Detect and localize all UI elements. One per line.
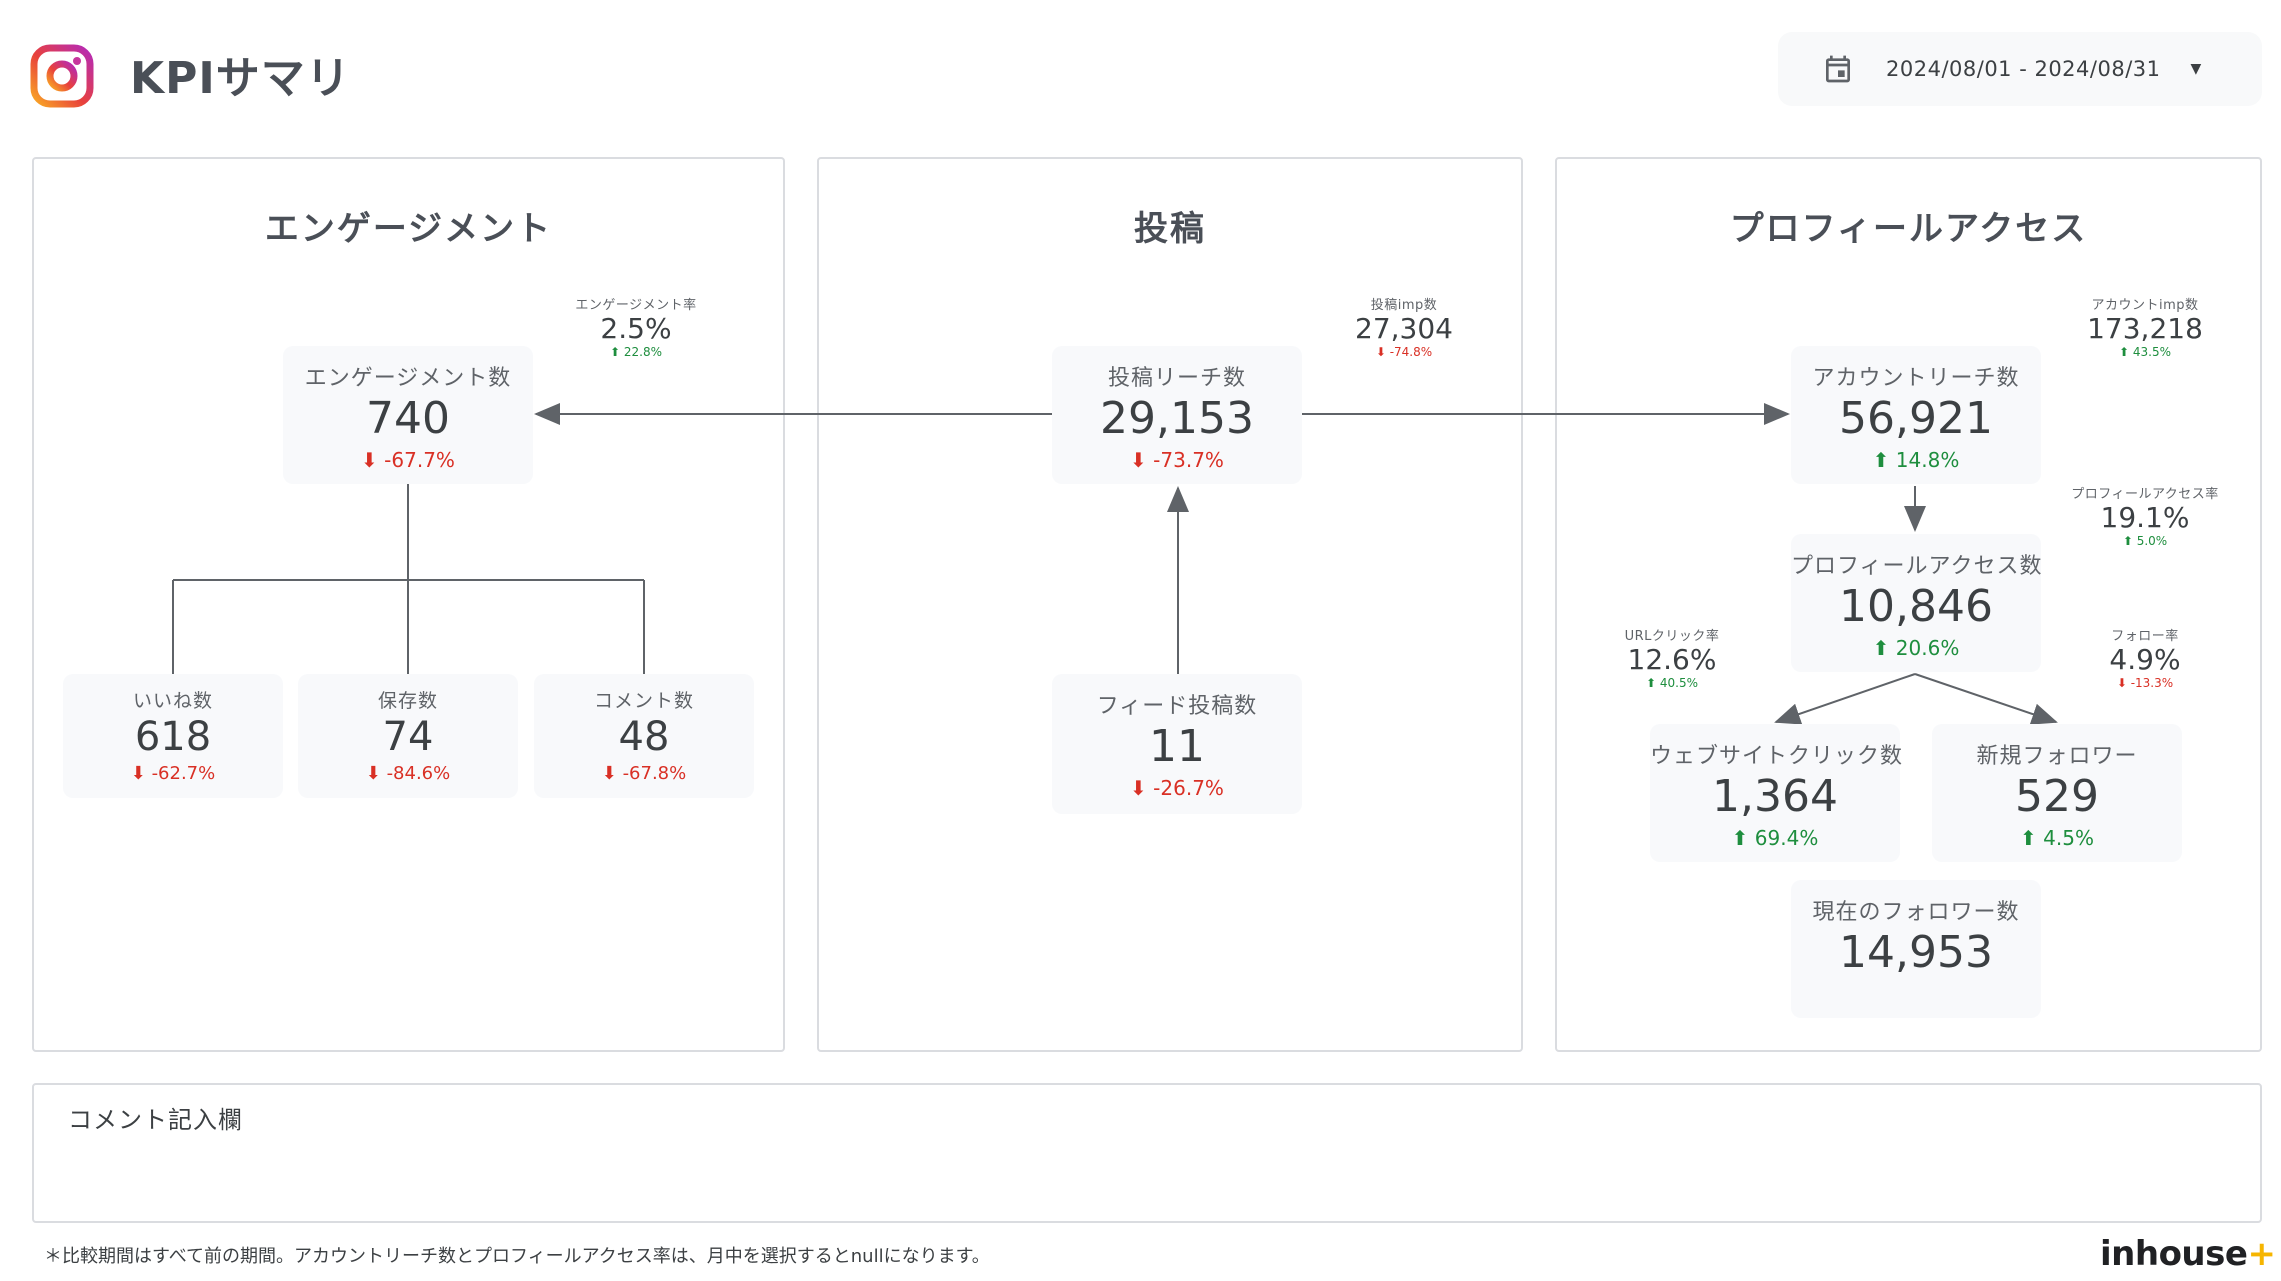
new-followers-value: 529 (2015, 771, 2099, 822)
comment-section-label: コメント記入欄 (68, 1106, 243, 1134)
current-followers-value: 14,953 (1839, 927, 1993, 978)
engagement-rate-change: ⬆ 22.8% (610, 345, 662, 359)
feed-posts-value: 11 (1149, 721, 1205, 772)
engagement-total-change: ⬇ -67.7% (361, 448, 455, 472)
website-clicks-label: ウェブサイトクリック数 (1650, 744, 1904, 769)
url-click-rate-value: 12.6% (1627, 643, 1717, 676)
post-reach-change: ⬇ -73.7% (1130, 448, 1224, 472)
saves-change: ⬇ -84.6% (365, 763, 451, 784)
profile-access-rate-label: プロフィールアクセス率 (2071, 487, 2219, 502)
engagement-rate-value: 2.5% (600, 312, 672, 345)
follow-rate-label: フォロー率 (2111, 629, 2179, 644)
new-followers-change: ⬆ 4.5% (2020, 826, 2094, 850)
new-followers-card: 新規フォロワー 529 ⬆ 4.5% (1932, 724, 2182, 862)
saves-value: 74 (382, 714, 434, 760)
account-imp-metric: アカウントimp数 173,218 ⬆ 43.5% (2055, 294, 2235, 359)
brand-name: inhouse (2100, 1234, 2248, 1274)
comments-card: コメント数 48 ⬇ -67.8% (534, 674, 754, 798)
likes-value: 618 (134, 714, 212, 760)
comments-value: 48 (618, 714, 670, 760)
profile-access-rate-change: ⬆ 5.0% (2122, 534, 2168, 548)
engagement-rate-label: エンゲージメント率 (575, 298, 697, 313)
engagement-rate-metric: エンゲージメント率 2.5% ⬆ 22.8% (546, 294, 726, 359)
current-followers-card: 現在のフォロワー数 14,953 (1791, 880, 2041, 1018)
profile-access-card: プロフィールアクセス数 10,846 ⬆ 20.6% (1791, 534, 2041, 672)
follow-rate-metric: フォロー率 4.9% ⬇ -13.3% (2055, 625, 2235, 690)
likes-card: いいね数 618 ⬇ -62.7% (63, 674, 283, 798)
comments-change: ⬇ -67.8% (601, 763, 687, 784)
url-click-rate-metric: URLクリック率 12.6% ⬆ 40.5% (1582, 625, 1762, 690)
account-reach-value: 56,921 (1839, 393, 1993, 444)
account-imp-label: アカウントimp数 (2091, 298, 2199, 313)
current-followers-label: 現在のフォロワー数 (1812, 900, 2020, 925)
profile-access-rate-value: 19.1% (2100, 501, 2190, 534)
engagement-total-label: エンゲージメント数 (304, 366, 512, 391)
account-reach-change: ⬆ 14.8% (1872, 448, 1960, 472)
follow-rate-change: ⬇ -13.3% (2116, 676, 2174, 690)
account-reach-card: アカウントリーチ数 56,921 ⬆ 14.8% (1791, 346, 2041, 484)
post-imp-label: 投稿imp数 (1370, 298, 1438, 313)
account-imp-change: ⬆ 43.5% (2119, 345, 2171, 359)
profile-access-label: プロフィールアクセス数 (1791, 554, 2043, 579)
feed-posts-change: ⬇ -26.7% (1130, 776, 1224, 800)
post-reach-value: 29,153 (1100, 393, 1254, 444)
saves-label: 保存数 (377, 690, 438, 712)
saves-card: 保存数 74 ⬇ -84.6% (298, 674, 518, 798)
website-clicks-change: ⬆ 69.4% (1731, 826, 1819, 850)
footnote: ＊比較期間はすべて前の期間。アカウントリーチ数とプロフィールアクセス率は、月中を… (44, 1246, 990, 1267)
feed-posts-label: フィード投稿数 (1096, 694, 1258, 719)
account-reach-label: アカウントリーチ数 (1812, 366, 2020, 391)
website-clicks-card: ウェブサイトクリック数 1,364 ⬆ 69.4% (1650, 724, 1904, 862)
likes-change: ⬇ -62.7% (130, 763, 216, 784)
url-click-rate-change: ⬆ 40.5% (1646, 676, 1698, 690)
brand-plus-icon: + (2247, 1234, 2276, 1274)
post-reach-card: 投稿リーチ数 29,153 ⬇ -73.7% (1052, 346, 1302, 484)
url-click-rate-label: URLクリック率 (1624, 629, 1720, 644)
comment-box[interactable] (32, 1083, 2262, 1223)
website-clicks-value: 1,364 (1712, 771, 1838, 822)
likes-label: いいね数 (132, 690, 213, 712)
engagement-total-card: エンゲージメント数 740 ⬇ -67.7% (283, 346, 533, 484)
follow-rate-value: 4.9% (2109, 643, 2181, 676)
comments-label: コメント数 (593, 690, 694, 712)
profile-access-rate-metric: プロフィールアクセス率 19.1% ⬆ 5.0% (2055, 483, 2235, 548)
brand-logo: inhouse+ (2100, 1234, 2276, 1274)
post-imp-change: ⬇ -74.8% (1375, 345, 1433, 359)
post-imp-metric: 投稿imp数 27,304 ⬇ -74.8% (1314, 294, 1494, 359)
profile-access-change: ⬆ 20.6% (1872, 636, 1960, 660)
account-imp-value: 173,218 (2087, 312, 2203, 345)
feed-posts-card: フィード投稿数 11 ⬇ -26.7% (1052, 674, 1302, 814)
profile-access-value: 10,846 (1839, 581, 1993, 632)
post-reach-label: 投稿リーチ数 (1107, 366, 1246, 391)
engagement-total-value: 740 (366, 393, 450, 444)
post-imp-value: 27,304 (1355, 312, 1453, 345)
new-followers-label: 新規フォロワー (1976, 744, 2138, 769)
